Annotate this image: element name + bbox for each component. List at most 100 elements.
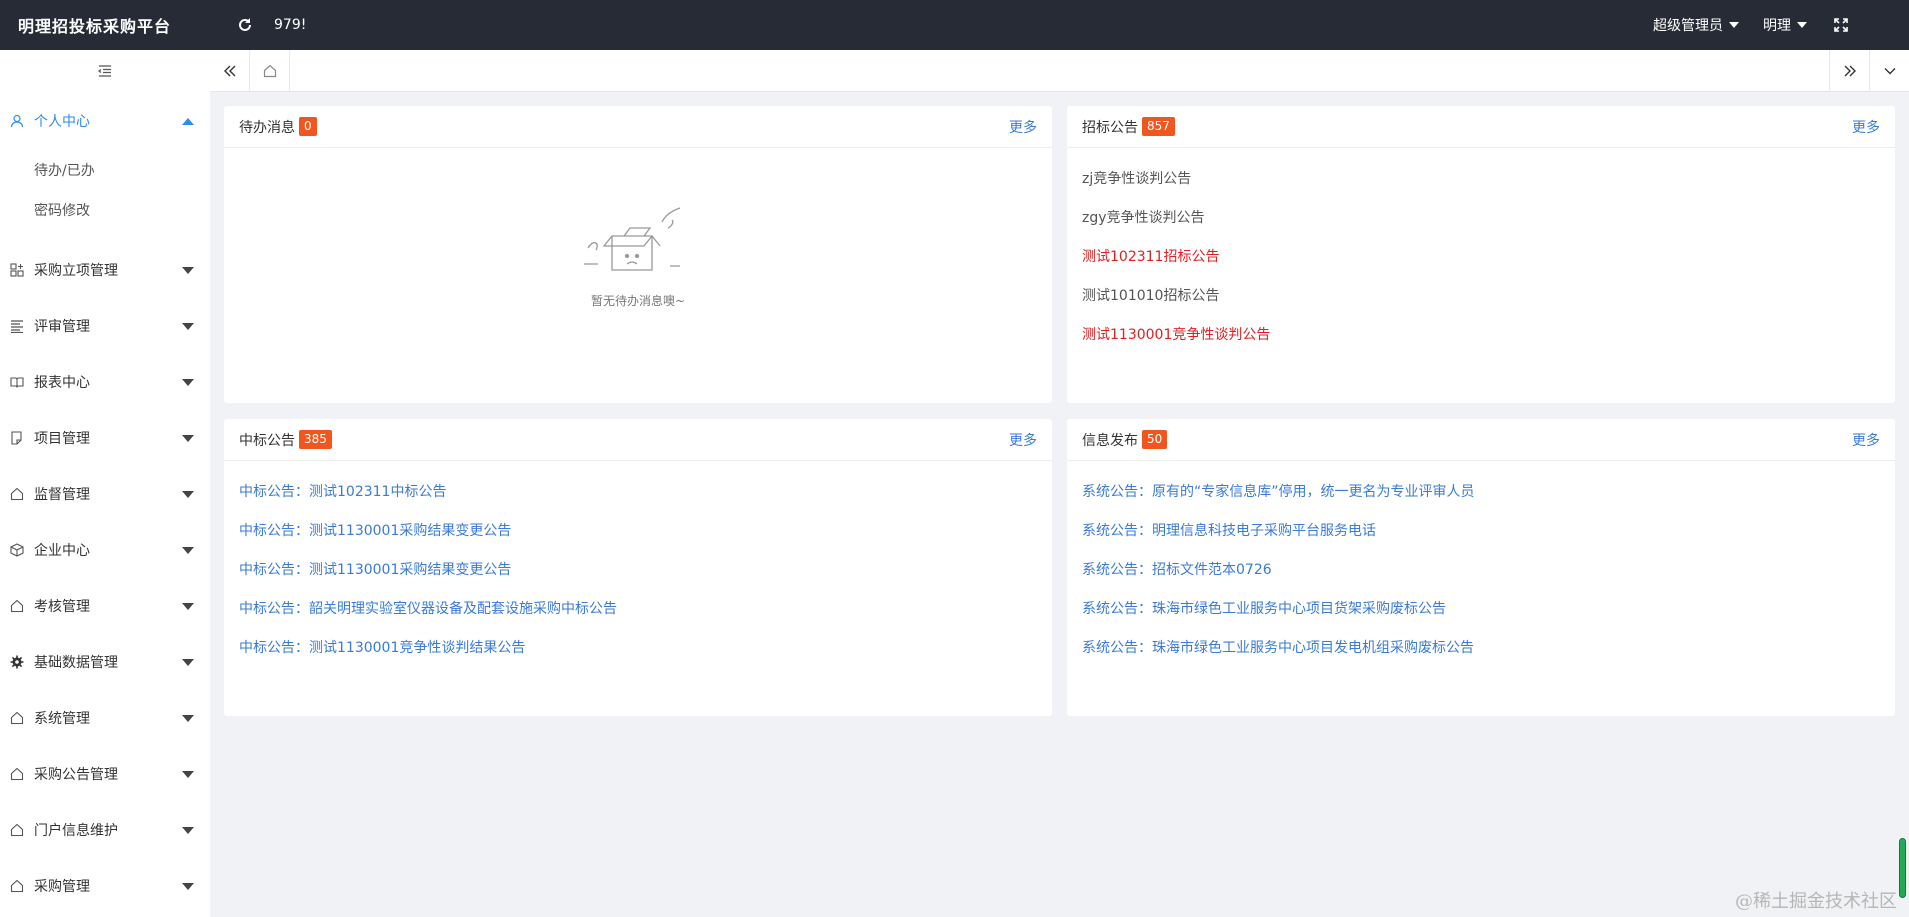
sidebar-item[interactable]: 采购公告管理: [0, 746, 210, 802]
chevron-down-icon: [182, 547, 194, 554]
sidebar-item[interactable]: 采购立项管理: [0, 242, 210, 298]
home-icon: [10, 599, 24, 613]
chevron-down-icon: [182, 491, 194, 498]
chevron-down-icon: [182, 435, 194, 442]
panel-title: 中标公告: [239, 432, 295, 449]
empty-text: 暂无待办消息噢~: [590, 294, 686, 308]
sidebar-subitem[interactable]: 待办/已办: [0, 150, 210, 190]
list-icon: [10, 319, 24, 333]
list-item[interactable]: 系统公告：珠海市绿色工业服务中心项目发电机组采购废标公告: [1082, 627, 1880, 666]
chevron-up-icon: [182, 118, 194, 125]
home-icon: [10, 823, 24, 837]
home-icon: [10, 767, 24, 781]
info-panel: 信息发布 50 更多 系统公告：原有的“专家信息库”停用，统一更名为专业评审人员…: [1067, 419, 1895, 716]
chevron-down-icon: [182, 715, 194, 722]
list-item[interactable]: 系统公告：珠海市绿色工业服务中心项目货架采购废标公告: [1082, 588, 1880, 627]
todo-panel-header: 待办消息 0 更多: [224, 106, 1052, 148]
sidebar-item-label: 企业中心: [34, 543, 90, 559]
chevron-down-icon: [1729, 22, 1739, 28]
list-item[interactable]: 系统公告：招标文件范本0726: [1082, 549, 1880, 588]
sidebar-item-label: 项目管理: [34, 431, 90, 447]
sidebar-item[interactable]: 门户信息维护: [0, 802, 210, 858]
sidebar-item[interactable]: 企业中心: [0, 522, 210, 578]
role-dropdown[interactable]: 超级管理员: [1653, 15, 1739, 35]
sidebar-item-label: 考核管理: [34, 599, 90, 615]
list-item[interactable]: 中标公告：韶关明理实验室仪器设备及配套设施采购中标公告: [239, 588, 1037, 627]
sidebar-item-label: 个人中心: [34, 114, 90, 130]
sidebar-menu: 个人中心待办/已办 密码修改采购立项管理 评审管理报表中心项目管理监督管理企业中心考…: [0, 92, 210, 914]
refresh-icon[interactable]: [228, 8, 262, 42]
tab-options-icon[interactable]: [1869, 49, 1909, 92]
list-item[interactable]: zgy竞争性谈判公告: [1082, 197, 1880, 236]
fullscreen-icon[interactable]: [1831, 15, 1851, 35]
list-item[interactable]: 中标公告：测试1130001采购结果变更公告: [239, 549, 1037, 588]
chevron-down-icon: [182, 267, 194, 274]
sidebar-item-label: 系统管理: [34, 711, 90, 727]
tab-bar: [210, 49, 1909, 92]
sidebar-item-label: 监督管理: [34, 487, 90, 503]
todo-panel: 待办消息 0 更多 暂无待办消息噢~: [224, 106, 1052, 403]
sidebar-item[interactable]: 采购管理: [0, 858, 210, 914]
chevron-down-icon: [182, 323, 194, 330]
list-item[interactable]: 系统公告：原有的“专家信息库”停用，统一更名为专业评审人员: [1082, 471, 1880, 510]
more-link[interactable]: 更多: [1009, 430, 1037, 450]
count-badge: 857: [1142, 117, 1175, 136]
sidebar-item[interactable]: 报表中心: [0, 354, 210, 410]
sidebar-subitem[interactable]: 密码修改: [0, 190, 210, 230]
chevron-down-icon: [182, 771, 194, 778]
list-item[interactable]: zj竞争性谈判公告: [1082, 158, 1880, 197]
sidebar-item[interactable]: 系统管理: [0, 690, 210, 746]
count-badge: 50: [1142, 430, 1168, 449]
cube-icon: [10, 543, 24, 557]
panel-title: 招标公告: [1082, 119, 1138, 136]
award-list: 中标公告：测试102311中标公告 中标公告：测试1130001采购结果变更公告中…: [224, 461, 1052, 676]
sidebar-item[interactable]: 基础数据管理: [0, 634, 210, 690]
more-link[interactable]: 更多: [1852, 430, 1880, 450]
chevron-down-icon: [182, 603, 194, 610]
more-link[interactable]: 更多: [1852, 117, 1880, 137]
sidebar: 个人中心待办/已办 密码修改采购立项管理 评审管理报表中心项目管理监督管理企业中心考…: [0, 50, 210, 917]
panel-title: 信息发布: [1082, 432, 1138, 449]
sidebar-item-label: 采购公告管理: [34, 767, 118, 783]
chevron-down-icon: [182, 659, 194, 666]
list-item[interactable]: 中标公告：测试1130001采购结果变更公告: [239, 510, 1037, 549]
document-icon: [10, 431, 24, 445]
user-dropdown[interactable]: 明理: [1763, 15, 1807, 35]
list-item[interactable]: 测试1130001竞争性谈判公告: [1082, 314, 1880, 353]
sidebar-collapse-icon[interactable]: [0, 50, 210, 92]
sidebar-item[interactable]: 评审管理: [0, 298, 210, 354]
role-label: 超级管理员: [1653, 18, 1723, 34]
sidebar-item-label: 评审管理: [34, 319, 90, 335]
bidding-panel: 招标公告 857 更多 zj竞争性谈判公告 zgy竞争性谈判公告 测试102311招…: [1067, 106, 1895, 403]
sidebar-item[interactable]: 个人中心: [0, 92, 210, 150]
more-link[interactable]: 更多: [1009, 117, 1037, 137]
sidebar-item[interactable]: 项目管理: [0, 410, 210, 466]
list-item[interactable]: 测试101010招标公告: [1082, 275, 1880, 314]
sidebar-item-label: 基础数据管理: [34, 655, 118, 671]
top-counter: 979!: [274, 17, 307, 33]
sidebar-item[interactable]: 监督管理: [0, 466, 210, 522]
user-icon: [10, 114, 24, 128]
scroll-left-icon[interactable]: [210, 49, 250, 92]
user-name: 明理: [1763, 18, 1791, 34]
chevron-down-icon: [182, 827, 194, 834]
sidebar-item[interactable]: 考核管理: [0, 578, 210, 634]
scroll-indicator[interactable]: [1899, 838, 1906, 898]
award-panel-header: 中标公告 385 更多: [224, 419, 1052, 461]
bidding-list: zj竞争性谈判公告 zgy竞争性谈判公告 测试102311招标公告 测试101010招…: [1067, 148, 1895, 363]
list-item[interactable]: 中标公告：测试1130001竞争性谈判结果公告: [239, 627, 1037, 666]
count-badge: 385: [299, 430, 332, 449]
list-item[interactable]: 系统公告：明理信息科技电子采购平台服务电话: [1082, 510, 1880, 549]
list-item[interactable]: 测试102311招标公告: [1082, 236, 1880, 275]
book-icon: [10, 375, 24, 389]
chevron-down-icon: [182, 883, 194, 890]
top-header: 明理招投标采购平台 979! 超级管理员 明理: [0, 0, 1909, 50]
scroll-right-icon[interactable]: [1829, 49, 1869, 92]
home-tab-icon[interactable]: [250, 49, 290, 92]
gear-icon: [10, 655, 24, 669]
info-panel-header: 信息发布 50 更多: [1067, 419, 1895, 461]
sidebar-item-label: 门户信息维护: [34, 823, 118, 839]
sidebar-item-label: 采购立项管理: [34, 263, 118, 279]
grid-plus-icon: [10, 263, 24, 277]
list-item[interactable]: 中标公告：测试102311中标公告: [239, 471, 1037, 510]
